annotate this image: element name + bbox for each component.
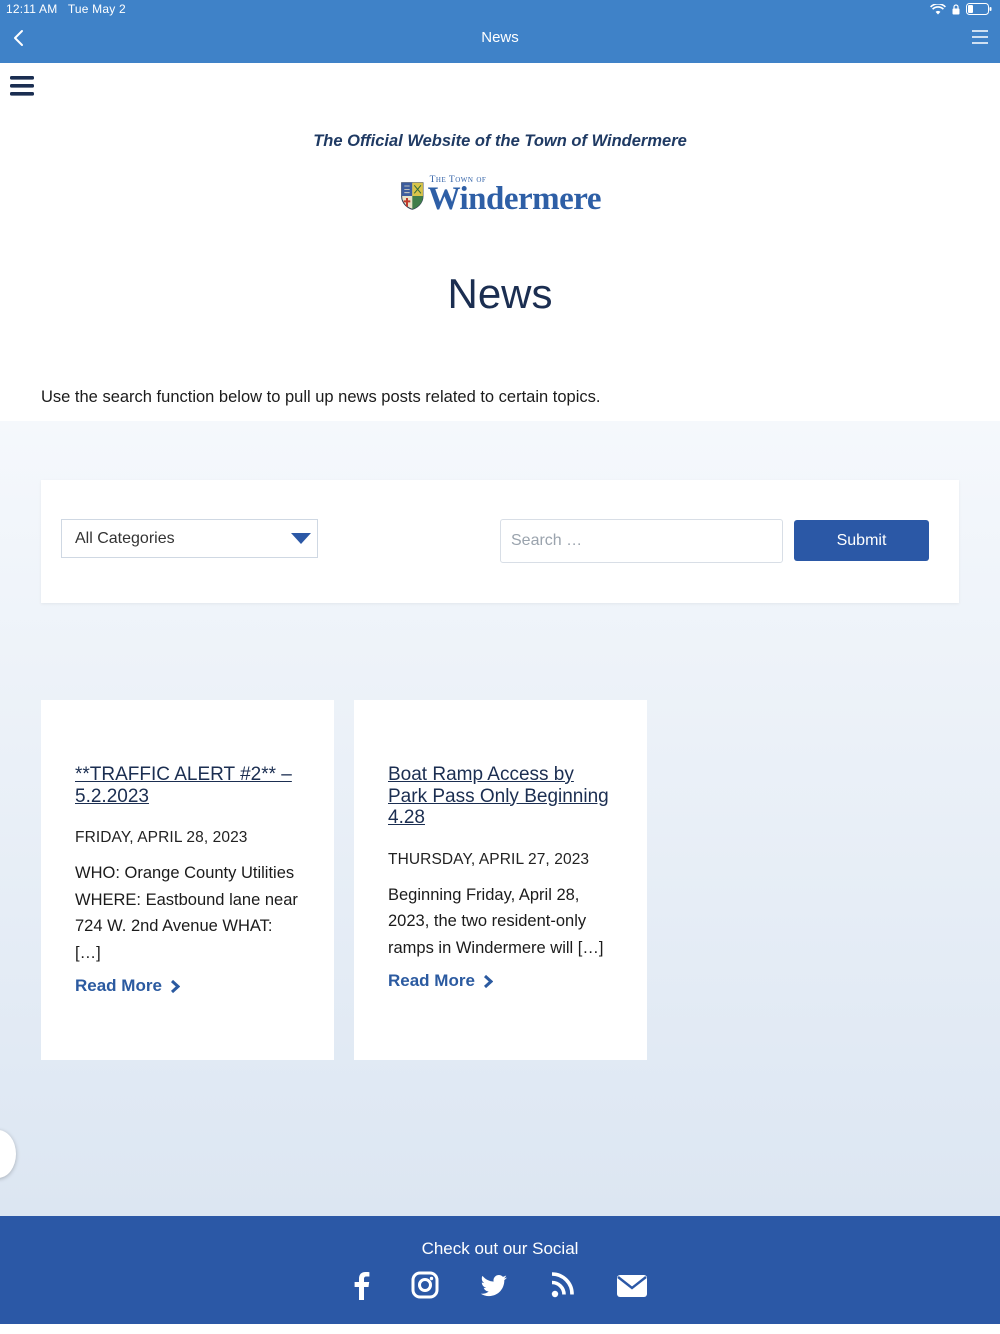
site-menu-icon[interactable] <box>10 76 34 96</box>
crest-icon <box>401 182 424 210</box>
page-title: News <box>447 270 553 317</box>
battery-icon <box>966 3 992 15</box>
read-more-link[interactable]: Read More <box>388 971 493 991</box>
status-time: 12:11 AM Tue May 2 <box>6 2 126 16</box>
footer-heading: Check out our Social <box>421 1239 579 1258</box>
social-links <box>345 1270 655 1304</box>
facebook-icon[interactable] <box>350 1270 372 1305</box>
intro-text: Use the search function below to pull up… <box>41 388 601 406</box>
app-bar: 12:11 AM Tue May 2 News <box>0 0 1000 63</box>
news-card-title[interactable]: Boat Ramp Access by Park Pass Only Begin… <box>388 764 613 829</box>
search-input[interactable] <box>500 519 783 563</box>
rss-icon[interactable] <box>550 1270 576 1305</box>
twitter-icon[interactable] <box>480 1270 508 1305</box>
news-card: Boat Ramp Access by Park Pass Only Begin… <box>354 700 647 1060</box>
news-card-date: THURSDAY, APRIL 27, 2023 <box>388 850 590 868</box>
chevron-right-icon <box>170 979 180 993</box>
read-more-link[interactable]: Read More <box>75 976 180 996</box>
submit-button[interactable]: Submit <box>794 520 929 561</box>
dropdown-arrow-icon <box>291 533 311 544</box>
site-logo[interactable]: The Town of Windermere <box>401 173 602 219</box>
news-card-date: FRIDAY, APRIL 28, 2023 <box>75 829 248 846</box>
instagram-icon[interactable] <box>411 1270 439 1305</box>
wifi-icon <box>930 3 946 14</box>
read-more-label: Read More <box>388 971 475 990</box>
filter-panel: All Categories Submit <box>41 480 959 603</box>
category-dropdown[interactable]: All Categories <box>61 519 318 558</box>
news-card: **TRAFFIC ALERT #2** – 5.2.2023 FRIDAY, … <box>41 700 334 1060</box>
status-icons <box>930 3 992 15</box>
app-nav-title: News <box>481 29 519 46</box>
category-selected: All Categories <box>75 530 175 547</box>
news-card-excerpt: WHO: Orange County Utilities WHERE: East… <box>75 864 298 962</box>
email-icon[interactable] <box>616 1270 648 1305</box>
read-more-label: Read More <box>75 976 162 995</box>
news-card-title[interactable]: **TRAFFIC ALERT #2** – 5.2.2023 <box>75 764 300 807</box>
site-footer: Check out our Social <box>0 1216 1000 1324</box>
lock-icon <box>952 3 960 14</box>
logo-wordmark: The Town of Windermere <box>427 174 602 218</box>
bottom-edge <box>0 1324 1000 1334</box>
news-card-excerpt: Beginning Friday, April 28, 2023, the tw… <box>388 885 604 957</box>
chevron-right-icon <box>483 974 493 988</box>
menu-icon[interactable] <box>972 30 988 44</box>
site-tagline: The Official Website of the Town of Wind… <box>313 132 687 150</box>
